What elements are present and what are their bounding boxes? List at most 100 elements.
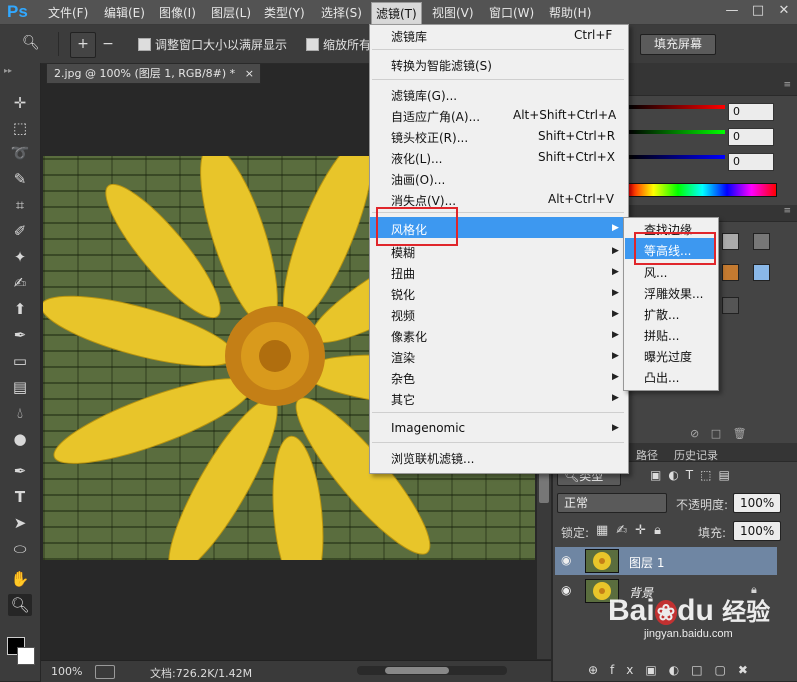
menu-item-browse-filters-online[interactable]: 浏览联机滤镜...: [391, 450, 474, 467]
ellipse-tool-icon[interactable]: ⬭: [8, 538, 32, 560]
submenu-item-diffuse[interactable]: 扩散...: [644, 306, 679, 323]
pen-tool-icon[interactable]: ✒: [8, 460, 32, 482]
styles-footer-icons[interactable]: ⊘ □ 🗑︎: [690, 427, 747, 440]
menu-item-render[interactable]: 渲染: [391, 349, 415, 366]
menu-window[interactable]: 窗口(W): [489, 4, 534, 21]
visibility-eye-icon[interactable]: ◉: [561, 583, 571, 597]
minimize-icon[interactable]: —: [719, 2, 745, 20]
submenu-item-wind[interactable]: 风...: [644, 264, 667, 281]
menu-item-filter-gallery-last[interactable]: 滤镜库: [391, 28, 427, 45]
opacity-input[interactable]: 100%: [733, 493, 781, 513]
menu-image[interactable]: 图像(I): [159, 4, 196, 21]
menu-item-video[interactable]: 视频: [391, 307, 415, 324]
menu-edit[interactable]: 编辑(E): [104, 4, 145, 21]
blue-slider[interactable]: [629, 155, 725, 159]
clone-stamp-tool-icon[interactable]: ⬆: [8, 298, 32, 320]
healing-brush-tool-icon[interactable]: ✦: [8, 246, 32, 268]
eraser-tool-icon[interactable]: ▭: [8, 350, 32, 372]
menu-item-lens-correction[interactable]: 镜头校正(R)...: [391, 129, 468, 146]
type-tool-icon[interactable]: T: [8, 486, 32, 508]
marquee-tool-icon[interactable]: ⬚: [8, 117, 32, 139]
menu-type[interactable]: 类型(Y): [264, 4, 305, 21]
style-swatch[interactable]: [753, 233, 770, 250]
green-value-input[interactable]: 0: [728, 128, 774, 146]
style-swatch[interactable]: [753, 264, 770, 281]
lock-icon: 🔒︎: [751, 583, 757, 596]
quick-select-tool-icon[interactable]: ✎: [8, 168, 32, 190]
gradient-tool-icon[interactable]: ▤: [8, 376, 32, 398]
menu-item-distort[interactable]: 扭曲: [391, 265, 415, 282]
green-slider[interactable]: [629, 130, 725, 134]
crop-tool-icon[interactable]: ⌗: [8, 194, 32, 216]
blur-tool-icon[interactable]: 💧︎: [8, 402, 32, 424]
zoom-tool-icon[interactable]: 🔍︎: [22, 35, 40, 51]
style-swatch[interactable]: [722, 233, 739, 250]
menu-item-oil-paint[interactable]: 油画(O)...: [391, 171, 445, 188]
zoom-tool-icon[interactable]: 🔍︎: [8, 594, 32, 616]
submenu-item-solarize[interactable]: 曝光过度: [644, 348, 692, 365]
scroll-thumb[interactable]: [539, 473, 549, 503]
zoom-level[interactable]: 100%: [51, 665, 82, 678]
close-icon[interactable]: ✕: [771, 2, 797, 20]
scroll-thumb[interactable]: [385, 667, 449, 674]
zoom-in-icon[interactable]: +: [70, 32, 96, 58]
menu-item-convert-smart-filters[interactable]: 转换为智能滤镜(S): [391, 57, 492, 74]
tab-paths[interactable]: 路径: [636, 447, 658, 463]
background-color-swatch[interactable]: [17, 647, 35, 665]
red-value-input[interactable]: 0: [728, 103, 774, 121]
lock-icons[interactable]: ▦✍✛🔒︎: [596, 523, 669, 538]
blend-mode-select[interactable]: 正常: [557, 493, 667, 513]
style-swatch[interactable]: [722, 264, 739, 281]
layers-footer-icons[interactable]: ⊕fx▣◐□▢✖: [588, 663, 760, 677]
red-slider[interactable]: [629, 105, 725, 109]
collapse-icon[interactable]: ▸▸: [4, 66, 12, 75]
menu-item-sharpen[interactable]: 锐化: [391, 286, 415, 303]
panel-menu-icon[interactable]: ≡: [783, 206, 791, 216]
menu-file[interactable]: 文件(F): [48, 4, 88, 21]
menu-item-adaptive-wide-angle[interactable]: 自适应广角(A)...: [391, 108, 480, 125]
document-size-info: 文档:726.2K/1.42M: [150, 667, 253, 680]
menu-item-blur[interactable]: 模糊: [391, 244, 415, 261]
color-spectrum[interactable]: [628, 183, 777, 197]
menu-help[interactable]: 帮助(H): [549, 4, 591, 21]
visibility-eye-icon[interactable]: ◉: [561, 553, 571, 567]
status-menu-icon[interactable]: [95, 665, 115, 679]
layer-row-layer1[interactable]: ◉ 图层 1: [555, 547, 777, 575]
lasso-tool-icon[interactable]: ➰: [8, 142, 32, 164]
menu-item-noise[interactable]: 杂色: [391, 370, 415, 387]
submenu-item-extrude[interactable]: 凸出...: [644, 369, 679, 386]
close-tab-icon[interactable]: ×: [245, 64, 254, 83]
brush-tool-icon[interactable]: ✍: [8, 272, 32, 294]
resize-windows-checkbox[interactable]: [138, 38, 151, 51]
submenu-item-emboss[interactable]: 浮雕效果...: [644, 285, 703, 302]
tab-history[interactable]: 历史记录: [674, 447, 718, 463]
menu-view[interactable]: 视图(V): [432, 4, 474, 21]
menu-item-filter-gallery[interactable]: 滤镜库(G)...: [391, 87, 457, 104]
menu-select[interactable]: 选择(S): [321, 4, 362, 21]
path-select-tool-icon[interactable]: ➤: [8, 512, 32, 534]
dodge-tool-icon[interactable]: ●: [8, 428, 32, 450]
submenu-item-tiles[interactable]: 拼贴...: [644, 327, 679, 344]
blue-value-input[interactable]: 0: [728, 153, 774, 171]
move-tool-icon[interactable]: ✛: [8, 92, 32, 114]
watermark-brand: Bai: [608, 594, 655, 627]
menu-item-imagenomic[interactable]: Imagenomic: [391, 421, 465, 435]
layer-filter-icons[interactable]: ▣◐T⬚▤: [650, 468, 737, 482]
fill-screen-button[interactable]: 填充屏幕: [640, 34, 716, 55]
horizontal-scrollbar[interactable]: [357, 666, 507, 675]
panel-menu-icon[interactable]: ≡: [783, 80, 791, 90]
fill-input[interactable]: 100%: [733, 521, 781, 541]
zoom-all-checkbox[interactable]: [306, 38, 319, 51]
menu-item-liquify[interactable]: 液化(L)...: [391, 150, 443, 167]
hand-tool-icon[interactable]: ✋: [8, 568, 32, 590]
style-swatch[interactable]: [722, 297, 739, 314]
document-tab[interactable]: 2.jpg @ 100% (图层 1, RGB/8#) * ×: [46, 63, 261, 84]
menu-item-pixelate[interactable]: 像素化: [391, 328, 427, 345]
history-brush-tool-icon[interactable]: ✒: [8, 324, 32, 346]
menu-layer[interactable]: 图层(L): [211, 4, 251, 21]
eyedropper-tool-icon[interactable]: ✐: [8, 220, 32, 242]
zoom-out-icon[interactable]: −: [95, 32, 121, 58]
menu-filter[interactable]: 滤镜(T): [371, 2, 422, 25]
menu-item-other[interactable]: 其它: [391, 391, 415, 408]
maximize-icon[interactable]: □: [745, 2, 771, 20]
